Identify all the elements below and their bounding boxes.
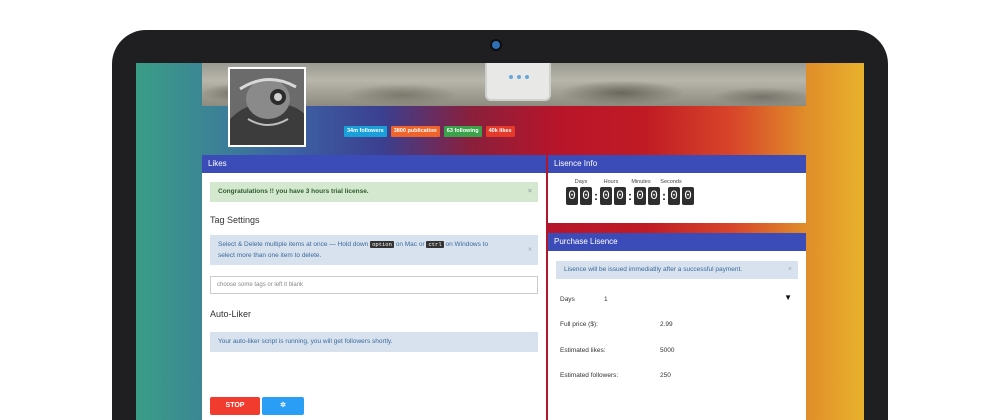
licence-info-title: Lisence Info xyxy=(548,155,806,173)
running-alert: Your auto-liker script is running, you w… xyxy=(210,332,538,352)
est-likes-value: 5000 xyxy=(660,347,675,354)
countdown-timer: Days Hours Minutes Seconds 0 0 : 0 0 : 0… xyxy=(566,179,696,205)
instructions-text: select more than one item to delete. xyxy=(218,252,322,259)
purchase-title: Purchase Lisence xyxy=(548,233,806,251)
days-select[interactable]: Days 1 xyxy=(560,296,608,303)
auto-liker-title: Auto-Liker xyxy=(210,309,252,319)
stop-button[interactable]: STOP xyxy=(210,397,260,415)
running-alert-text: Your auto-liker script is running, you w… xyxy=(218,338,393,345)
camera-icon xyxy=(492,41,500,49)
purchase-panel: Purchase Lisence Lisence will be issued … xyxy=(548,233,806,420)
est-followers-value: 250 xyxy=(660,372,671,379)
digit: 0 xyxy=(566,187,578,205)
likes-panel-title: Likes xyxy=(202,155,546,173)
laptop-frame: 34m followers 3800 publication 63 follow… xyxy=(112,30,888,420)
phone-image xyxy=(485,63,551,101)
instructions-text: on Windows to xyxy=(445,241,489,248)
profile-stats: 34m followers 3800 publication 63 follow… xyxy=(344,126,515,137)
tag-settings-title: Tag Settings xyxy=(210,215,260,225)
days-label: Days xyxy=(574,179,588,185)
digit: 0 xyxy=(634,187,646,205)
colon: : xyxy=(628,189,632,203)
est-likes-label: Estimated likes: xyxy=(560,347,606,354)
followers-badge: 34m followers xyxy=(344,126,387,137)
following-badge: 63 following xyxy=(443,126,482,137)
digit: 0 xyxy=(614,187,626,205)
licence-info-panel: Lisence Info Days Hours Minutes Seconds … xyxy=(548,155,806,223)
seconds-label: Seconds xyxy=(660,179,682,185)
digit: 0 xyxy=(668,187,680,205)
est-likes-row: Estimated likes: 5000 xyxy=(560,347,674,354)
dropdown-caret-icon[interactable]: ▼ xyxy=(784,293,792,302)
digit: 0 xyxy=(648,187,660,205)
payment-alert: Lisence will be issued immediatlly after… xyxy=(556,261,798,279)
settings-button[interactable]: ✲ xyxy=(262,397,304,415)
avatar-image xyxy=(230,69,304,145)
gear-icon: ✲ xyxy=(280,402,286,409)
instructions-alert: Select & Delete multiple items at once —… xyxy=(210,235,538,265)
likes-panel: Likes Congratulations !! you have 3 hour… xyxy=(202,155,546,420)
est-followers-label: Estimated followers: xyxy=(560,372,619,379)
colon: : xyxy=(594,189,598,203)
instructions-text: on Mac or xyxy=(395,241,425,248)
screen: 34m followers 3800 publication 63 follow… xyxy=(136,63,864,420)
payment-alert-text: Lisence will be issued immediatlly after… xyxy=(564,266,743,273)
trial-alert: Congratulations !! you have 3 hours tria… xyxy=(210,182,538,202)
colon: : xyxy=(662,189,666,203)
digit: 0 xyxy=(682,187,694,205)
tags-input[interactable]: choose some tags or left it blank xyxy=(210,276,538,294)
option-key: option xyxy=(370,241,394,248)
digit: 0 xyxy=(580,187,592,205)
avatar[interactable] xyxy=(228,67,306,147)
full-price-label: Full price ($): xyxy=(560,321,598,328)
likes-badge: 40k likes xyxy=(485,126,515,137)
close-icon[interactable]: × xyxy=(528,182,532,202)
minutes-label: Minutes xyxy=(631,179,651,185)
full-price-value: 2.99 xyxy=(660,321,673,328)
trial-alert-text: Congratulations !! you have 3 hours tria… xyxy=(218,188,369,195)
days-value: 1 xyxy=(604,296,608,303)
hours-label: Hours xyxy=(603,179,619,185)
ctrl-key: ctrl xyxy=(426,241,444,248)
digit: 0 xyxy=(600,187,612,205)
days-label: Days xyxy=(560,296,575,303)
full-price-row: Full price ($): 2.99 xyxy=(560,321,673,328)
close-icon[interactable]: × xyxy=(528,245,532,256)
instructions-text: Select & Delete multiple items at once —… xyxy=(218,241,369,248)
publication-badge: 3800 publication xyxy=(390,126,440,137)
close-icon[interactable]: × xyxy=(788,261,792,279)
est-followers-row: Estimated followers: 250 xyxy=(560,372,671,379)
